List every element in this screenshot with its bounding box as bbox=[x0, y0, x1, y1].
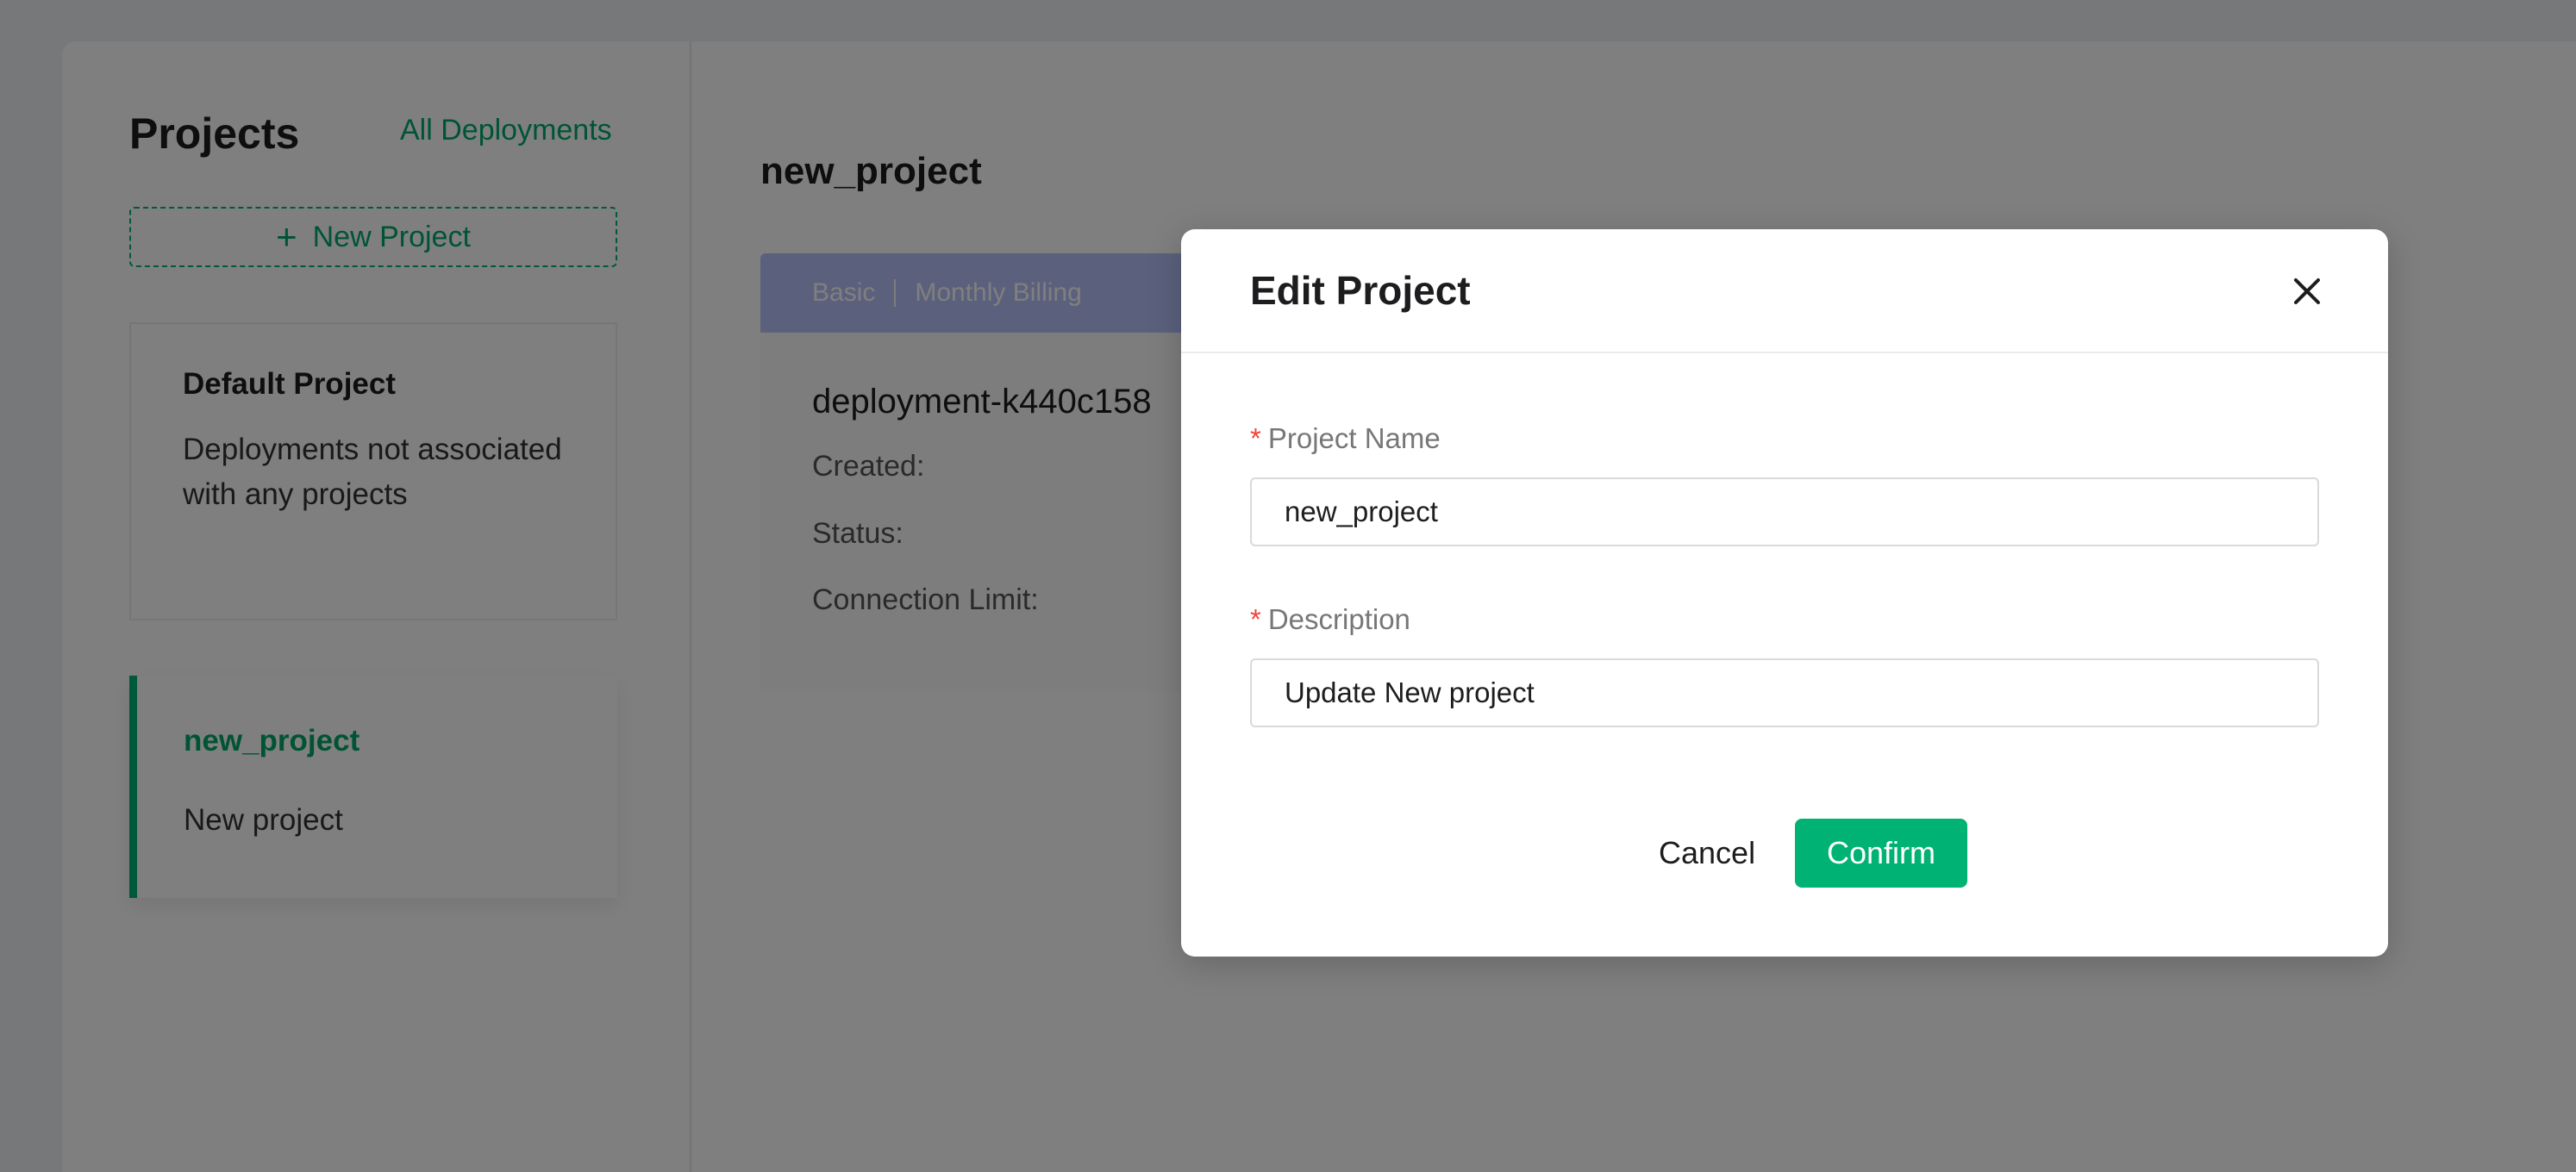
cancel-button[interactable]: Cancel bbox=[1628, 819, 1786, 888]
close-icon[interactable] bbox=[2288, 272, 2326, 310]
description-input[interactable] bbox=[1250, 658, 2319, 727]
description-label-text: Description bbox=[1267, 603, 1410, 635]
project-name-input[interactable] bbox=[1250, 477, 2319, 546]
description-label: * Description bbox=[1250, 603, 1410, 636]
dialog-title: Edit Project bbox=[1250, 268, 1471, 313]
required-marker: * bbox=[1250, 603, 1261, 635]
required-marker: * bbox=[1250, 422, 1261, 454]
project-name-label-text: Project Name bbox=[1267, 422, 1441, 454]
edit-project-dialog: Edit Project *Project Name *Description … bbox=[1181, 229, 2388, 957]
confirm-button[interactable]: Confirm bbox=[1795, 819, 1967, 888]
project-name-label: * Project Name bbox=[1250, 422, 1441, 455]
dialog-divider bbox=[1181, 352, 2388, 353]
